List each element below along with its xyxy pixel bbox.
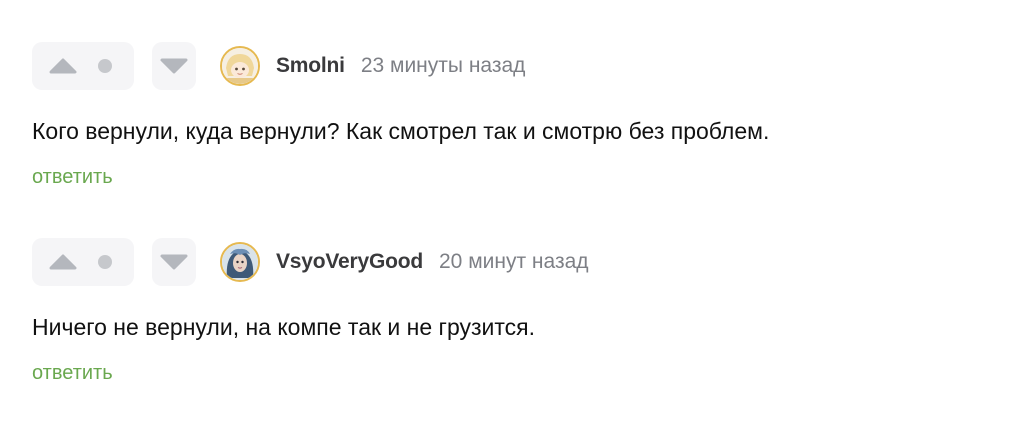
downvote-button[interactable] [152,42,196,90]
comment: VsyoVeryGood 20 минут назад Ничего не ве… [32,238,992,385]
arrow-up-icon [49,254,77,270]
comment-text: Ничего не вернули, на компе так и не гру… [32,314,535,340]
comment-text: Кого вернули, куда вернули? Как смотрел … [32,118,770,144]
arrow-down-icon [160,58,188,74]
rating-dot [98,255,112,269]
blue-hair-avatar-icon [222,244,258,280]
vote-controls [32,238,134,286]
comment: Smolni 23 минуты назад Кого вернули, куд… [32,42,992,189]
blonde-girl-avatar-icon [222,48,258,84]
avatar[interactable] [220,242,260,282]
arrow-down-icon [160,254,188,270]
timestamp[interactable]: 20 минут назад [439,250,589,274]
comment-header: Smolni 23 минуты назад [32,42,992,90]
avatar[interactable] [220,46,260,86]
reply-link[interactable]: ответить [32,166,113,189]
upvote-button[interactable] [48,252,78,272]
rating-dot [98,59,112,73]
upvote-button[interactable] [48,56,78,76]
arrow-up-icon [49,58,77,74]
vote-controls [32,42,134,90]
comment-header: VsyoVeryGood 20 минут назад [32,238,992,286]
username[interactable]: VsyoVeryGood [276,250,423,274]
downvote-button[interactable] [152,238,196,286]
username[interactable]: Smolni [276,54,345,78]
timestamp[interactable]: 23 минуты назад [361,54,526,78]
reply-link[interactable]: ответить [32,362,113,385]
